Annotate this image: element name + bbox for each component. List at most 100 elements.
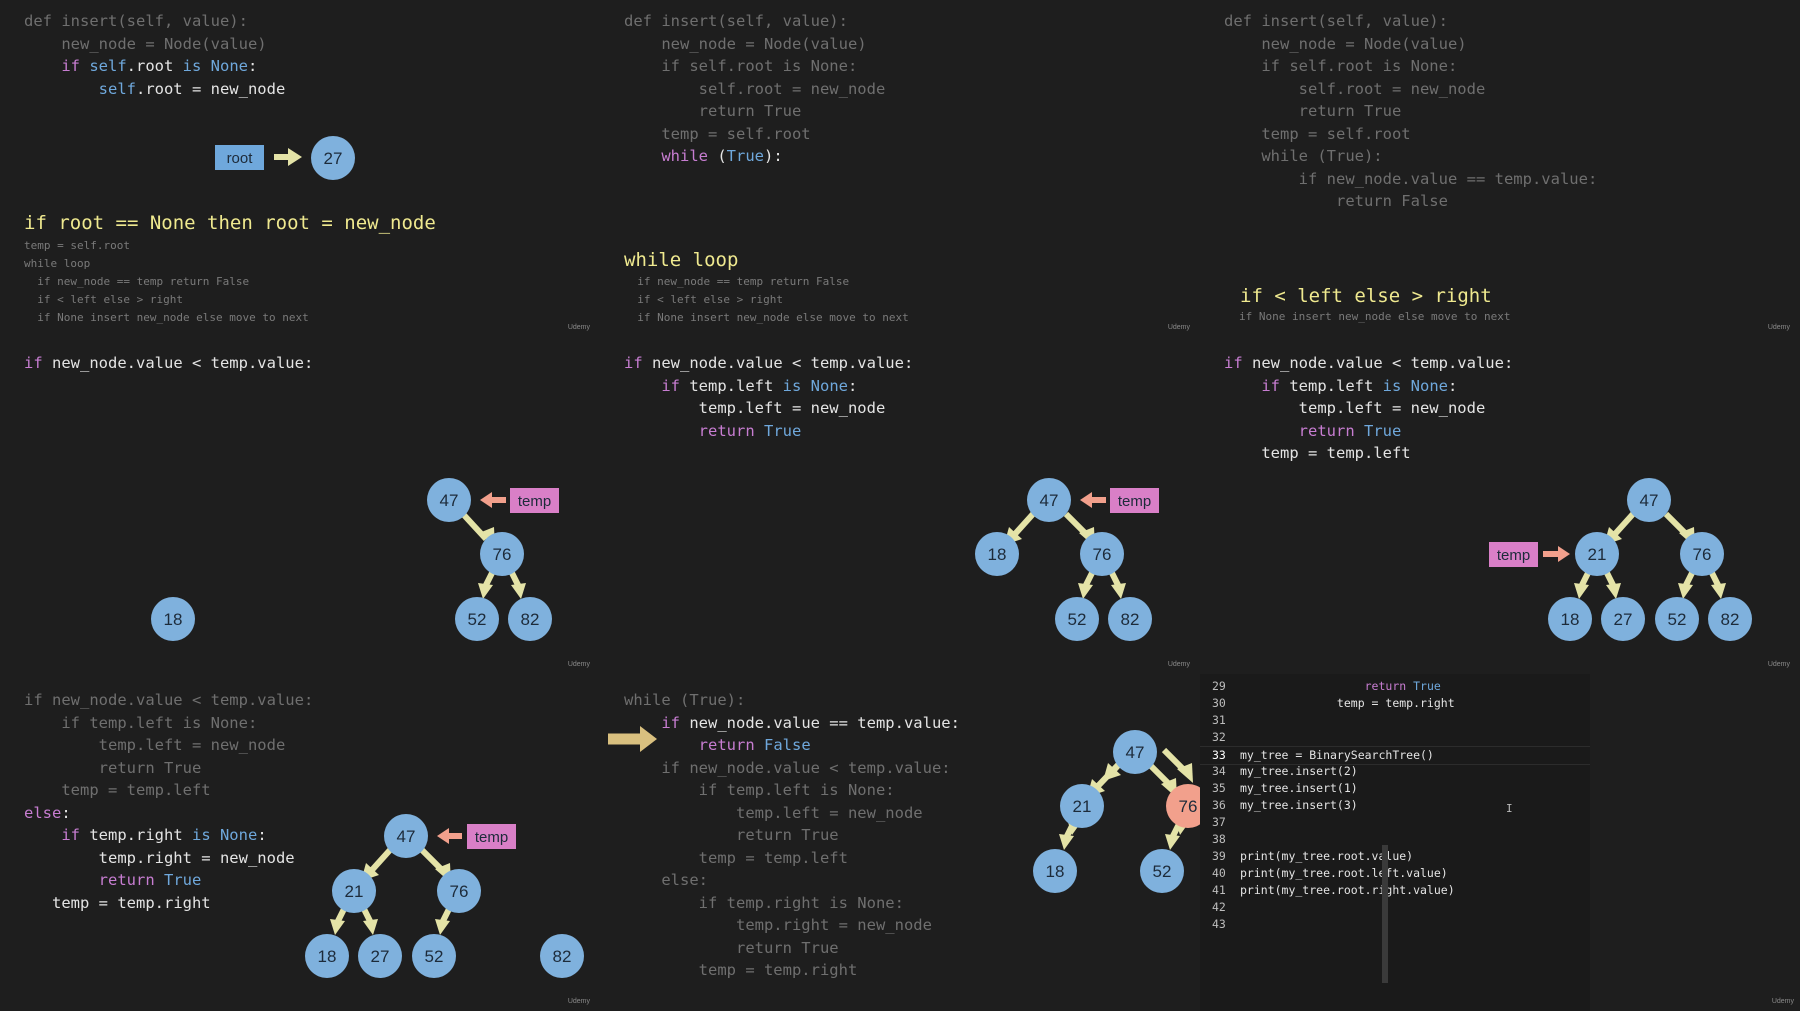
svg-text:temp: temp [1497,547,1530,564]
bst-diagram [608,726,1193,835]
watermark: Udemy [567,998,590,1005]
editor-line[interactable]: 40 print(my_tree.root.left.value) [1200,865,1590,882]
svg-text:52: 52 [1068,610,1087,629]
watermark: Udemy [567,324,590,331]
editor-line[interactable]: 39 print(my_tree.root.value) [1200,848,1590,865]
tree-node: 76 [1680,532,1724,576]
watermark: Udemy [567,661,590,668]
svg-text:76: 76 [450,882,469,901]
svg-text:18: 18 [988,545,1007,564]
editor-line[interactable]: 31 [1200,712,1590,729]
tree-node: 27 [1601,597,1645,641]
svg-text:18: 18 [1561,610,1580,629]
tree-node-label: 27 [324,149,343,168]
editor-line[interactable]: 38 [1200,831,1590,848]
notes: if new_node == temp return False if < le… [624,275,909,324]
code-block: def insert(self, value): new_node = Node… [1224,12,1598,210]
watermark: Udemy [1771,998,1794,1005]
watermark: Udemy [1767,661,1790,668]
svg-text:18: 18 [318,947,337,966]
svg-text:47: 47 [440,491,459,510]
temp-tag-label: temp [518,493,551,510]
svg-text:76: 76 [1093,545,1112,564]
svg-text:82: 82 [553,947,572,966]
svg-text:temp: temp [475,829,508,846]
slide-panel-4: if new_node.value < temp.value: 47 76 52… [0,337,600,674]
tree-node: 52 [455,597,499,641]
slide-panel-7: if new_node.value < temp.value: if temp.… [0,674,600,1011]
svg-text:21: 21 [345,882,364,901]
code-block: def insert(self, value): new_node = Node… [624,10,885,168]
bst-diagram: 47 21 76 18 27 52 82 temp [305,814,584,978]
tree-node: 27 [358,934,402,978]
root-diagram: root 27 [215,136,355,180]
tree-node: 18 [1548,597,1592,641]
editor-line[interactable]: 35 my_tree.insert(1) [1200,780,1590,797]
tree-node: 18 [975,532,1019,576]
tree-node: 18 [305,934,349,978]
tree-node: 82 [540,934,584,978]
editor-line[interactable]: 42 [1200,899,1590,916]
tree-node: 82 [1708,597,1752,641]
bst-diagram: 47 18 76 52 82 temp [975,478,1159,641]
svg-text:52: 52 [425,947,444,966]
editor-line[interactable]: 43 [1200,916,1590,933]
svg-text:temp: temp [1118,493,1151,510]
editor-line[interactable]: 36 my_tree.insert(3) [1200,797,1590,814]
svg-text:82: 82 [1121,610,1140,629]
bst-diagram: 47 21 76 18 27 52 82 temp [1489,478,1752,641]
svg-text:52: 52 [468,610,487,629]
slide-panel-5: if new_node.value < temp.value: if temp.… [600,337,1200,674]
editor-line[interactable]: 41 print(my_tree.root.right.value) [1200,882,1590,899]
svg-text:27: 27 [371,947,390,966]
editor-scrollbar[interactable] [1382,845,1388,983]
editor-line[interactable]: 32 [1200,729,1590,746]
svg-text:82: 82 [521,610,540,629]
tree-node: 52 [1055,597,1099,641]
tree-node: 47 [427,478,471,522]
svg-text:76: 76 [1693,545,1712,564]
editor-line[interactable]: 30 temp = temp.right [1200,695,1590,712]
tree-node: 52 [1655,597,1699,641]
tree-node: 82 [1108,597,1152,641]
editor-line[interactable]: 37 [1200,814,1590,831]
slide-panel-1: def insert(self, value): new_node = Node… [0,0,600,337]
tree-node: 82 [508,597,552,641]
code-editor[interactable]: 29 return True 30 temp = temp.right 31 3… [1200,674,1590,1011]
tree-node: 47 [384,814,428,858]
tree-node: 76 [437,869,481,913]
slide-panel-2: def insert(self, value): new_node = Node… [600,0,1200,337]
svg-text:76: 76 [493,545,512,564]
tree-node: 47 [1627,478,1671,522]
tree-node: 18 [151,597,195,641]
bst-diagram: 47 76 52 82 18 temp [151,478,559,641]
code-line: while (True): [661,147,783,165]
editor-line[interactable]: 29 return True [1200,678,1590,695]
slide-panel-8: while (True): if new_node.value == temp.… [600,674,1200,1011]
svg-text:82: 82 [1721,610,1740,629]
root-arrow-head [288,148,302,166]
svg-text:47: 47 [1040,491,1059,510]
tree-node: 21 [1575,532,1619,576]
svg-text:27: 27 [1614,610,1633,629]
svg-text:52: 52 [1668,610,1687,629]
slide-panel-3: def insert(self, value): new_node = Node… [1200,0,1800,337]
slide-heading: while loop [624,249,739,271]
root-tag-label: root [227,150,254,167]
svg-text:18: 18 [164,610,183,629]
tree-node: 76 [480,532,524,576]
svg-text:21: 21 [1588,545,1607,564]
tree-node: 47 [1027,478,1071,522]
watermark: Udemy [1767,324,1790,331]
tree-node: 21 [332,869,376,913]
watermark: Udemy [1167,324,1190,331]
notes: if None insert new_node else move to nex… [1239,310,1511,323]
tree-node: 76 [1080,532,1124,576]
tree-node: 52 [412,934,456,978]
svg-text:47: 47 [397,827,416,846]
watermark: Udemy [1167,661,1190,668]
text-cursor-icon: I [1506,802,1513,815]
slide-panel-6: if new_node.value < temp.value: if temp.… [1200,337,1800,674]
slide-heading: if < left else > right [1240,285,1492,307]
editor-line[interactable]: 34 my_tree.insert(2) [1200,763,1590,780]
